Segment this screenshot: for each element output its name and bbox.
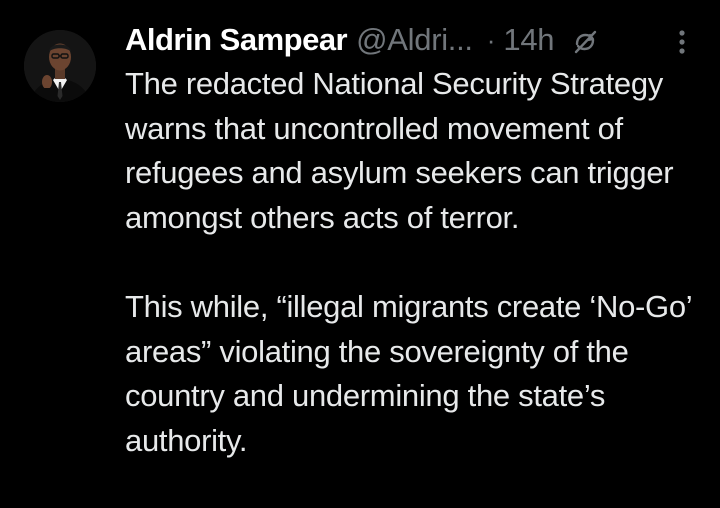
tweet-text: The redacted National Security Strategy … [125, 62, 705, 463]
avatar[interactable] [24, 30, 96, 102]
author-handle[interactable]: @Aldri... [356, 18, 473, 62]
no-sync-icon [570, 25, 600, 55]
avatar-image [24, 30, 96, 102]
more-vertical-icon[interactable] [673, 26, 691, 56]
tweet[interactable]: Aldrin Sampear @Aldri... · 14h The redac… [0, 0, 720, 508]
timestamp[interactable]: 14h [503, 18, 554, 62]
tweet-paragraph: The redacted National Security Strategy … [125, 66, 674, 235]
tweet-header: Aldrin Sampear @Aldri... · 14h [125, 18, 705, 62]
author-name[interactable]: Aldrin Sampear [125, 18, 348, 62]
tweet-paragraph: This while, “illegal migrants create ‘No… [125, 288, 692, 458]
tweet-content: Aldrin Sampear @Aldri... · 14h The redac… [125, 18, 705, 463]
separator-dot: · [486, 25, 496, 55]
